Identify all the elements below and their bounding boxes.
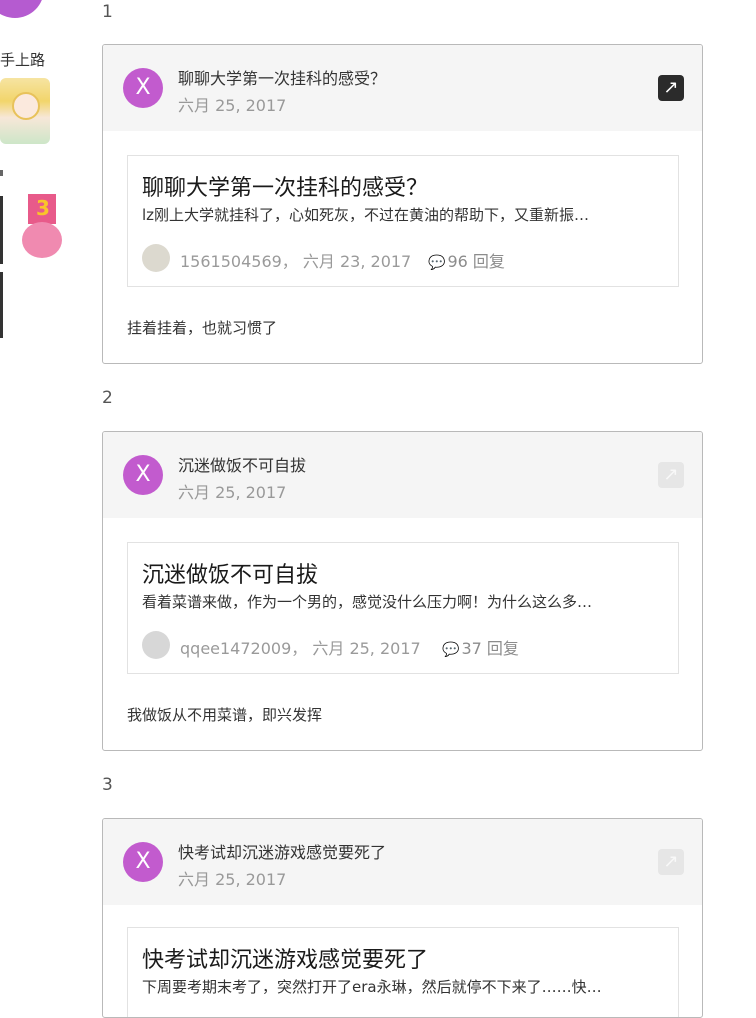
medal-number: 3 xyxy=(36,196,50,220)
rank-label: 手上路 xyxy=(0,51,46,69)
activity-card: X 沉迷做饭不可自拔 六月 25, 2017 ↗ 沉迷做饭不可自拔 看着菜谱来做… xyxy=(102,431,703,751)
sidebar-divider xyxy=(0,170,3,176)
comment-icon: 💬 xyxy=(428,255,446,271)
topic-title-link[interactable]: 沉迷做饭不可自拔 xyxy=(178,452,306,476)
avatar[interactable]: X xyxy=(123,842,163,882)
quote-author[interactable]: qqee1472009 xyxy=(180,639,291,658)
avatar[interactable] xyxy=(142,631,170,659)
sidebar-divider xyxy=(0,196,3,264)
card-header: X 快考试却沉迷游戏感觉要死了 六月 25, 2017 ↗ xyxy=(103,819,702,905)
sidebar-divider xyxy=(0,272,3,338)
reply-count: 37 回复 xyxy=(461,639,519,658)
card-header: X 聊聊大学第一次挂科的感受？ 六月 25, 2017 ↗ xyxy=(103,45,702,131)
open-external-icon[interactable]: ↗ xyxy=(658,462,684,488)
quote-author[interactable]: 1561504569 xyxy=(180,252,282,271)
topic-title-link[interactable]: 聊聊大学第一次挂科的感受？ xyxy=(178,65,386,89)
quote-excerpt: 下周要考期末考了，突然打开了era永琳，然后就停不下来了……快… xyxy=(142,978,602,996)
quoted-topic[interactable]: 快考试却沉迷游戏感觉要死了 下周要考期末考了，突然打开了era永琳，然后就停不下… xyxy=(127,927,679,1017)
anime-avatar-badge xyxy=(0,78,50,144)
medal-badge-icon: 3 xyxy=(20,194,64,264)
avatar[interactable] xyxy=(142,244,170,272)
activity-card: X 快考试却沉迷游戏感觉要死了 六月 25, 2017 ↗ 快考试却沉迷游戏感觉… xyxy=(102,818,703,1018)
quote-excerpt: lz刚上大学就挂科了，心如死灰，不过在黄油的帮助下，又重新振… xyxy=(142,206,590,224)
quoted-topic[interactable]: 沉迷做饭不可自拔 看着菜谱来做，作为一个男的，感觉没什么压力啊！为什么这么多… … xyxy=(127,542,679,674)
topic-title-link[interactable]: 快考试却沉迷游戏感觉要死了 xyxy=(178,839,386,863)
comment-icon: 💬 xyxy=(442,642,460,658)
open-external-icon[interactable]: ↗ xyxy=(658,75,684,101)
comment-text: 我做饭从不用菜谱，即兴发挥 xyxy=(127,706,323,724)
post-date: 六月 25, 2017 xyxy=(178,96,287,115)
profile-avatar[interactable] xyxy=(0,0,44,18)
card-header: X 沉迷做饭不可自拔 六月 25, 2017 ↗ xyxy=(103,432,702,518)
quoted-topic[interactable]: 聊聊大学第一次挂科的感受？ lz刚上大学就挂科了，心如死灰，不过在黄油的帮助下，… xyxy=(127,155,679,287)
profile-sidebar: 手上路 3 xyxy=(0,0,90,1008)
quote-title[interactable]: 快考试却沉迷游戏感觉要死了 xyxy=(142,942,428,974)
comment-text: 挂着挂着，也就习惯了 xyxy=(127,319,278,337)
item-index: 1 xyxy=(102,2,113,22)
avatar[interactable]: X xyxy=(123,68,163,108)
quote-excerpt: 看着菜谱来做，作为一个男的，感觉没什么压力啊！为什么这么多… xyxy=(142,593,593,611)
item-index: 2 xyxy=(102,388,113,408)
open-external-icon[interactable]: ↗ xyxy=(658,849,684,875)
quote-date: 六月 23, 2017 xyxy=(302,252,412,271)
reply-count: 96 回复 xyxy=(447,252,505,271)
quote-title[interactable]: 聊聊大学第一次挂科的感受？ xyxy=(142,170,428,202)
item-index: 3 xyxy=(102,775,113,795)
avatar[interactable]: X xyxy=(123,455,163,495)
quote-date: 六月 25, 2017 xyxy=(312,639,421,658)
activity-card: X 聊聊大学第一次挂科的感受？ 六月 25, 2017 ↗ 聊聊大学第一次挂科的… xyxy=(102,44,703,364)
post-date: 六月 25, 2017 xyxy=(178,483,287,502)
post-date: 六月 25, 2017 xyxy=(178,870,287,889)
quote-title[interactable]: 沉迷做饭不可自拔 xyxy=(142,557,318,589)
